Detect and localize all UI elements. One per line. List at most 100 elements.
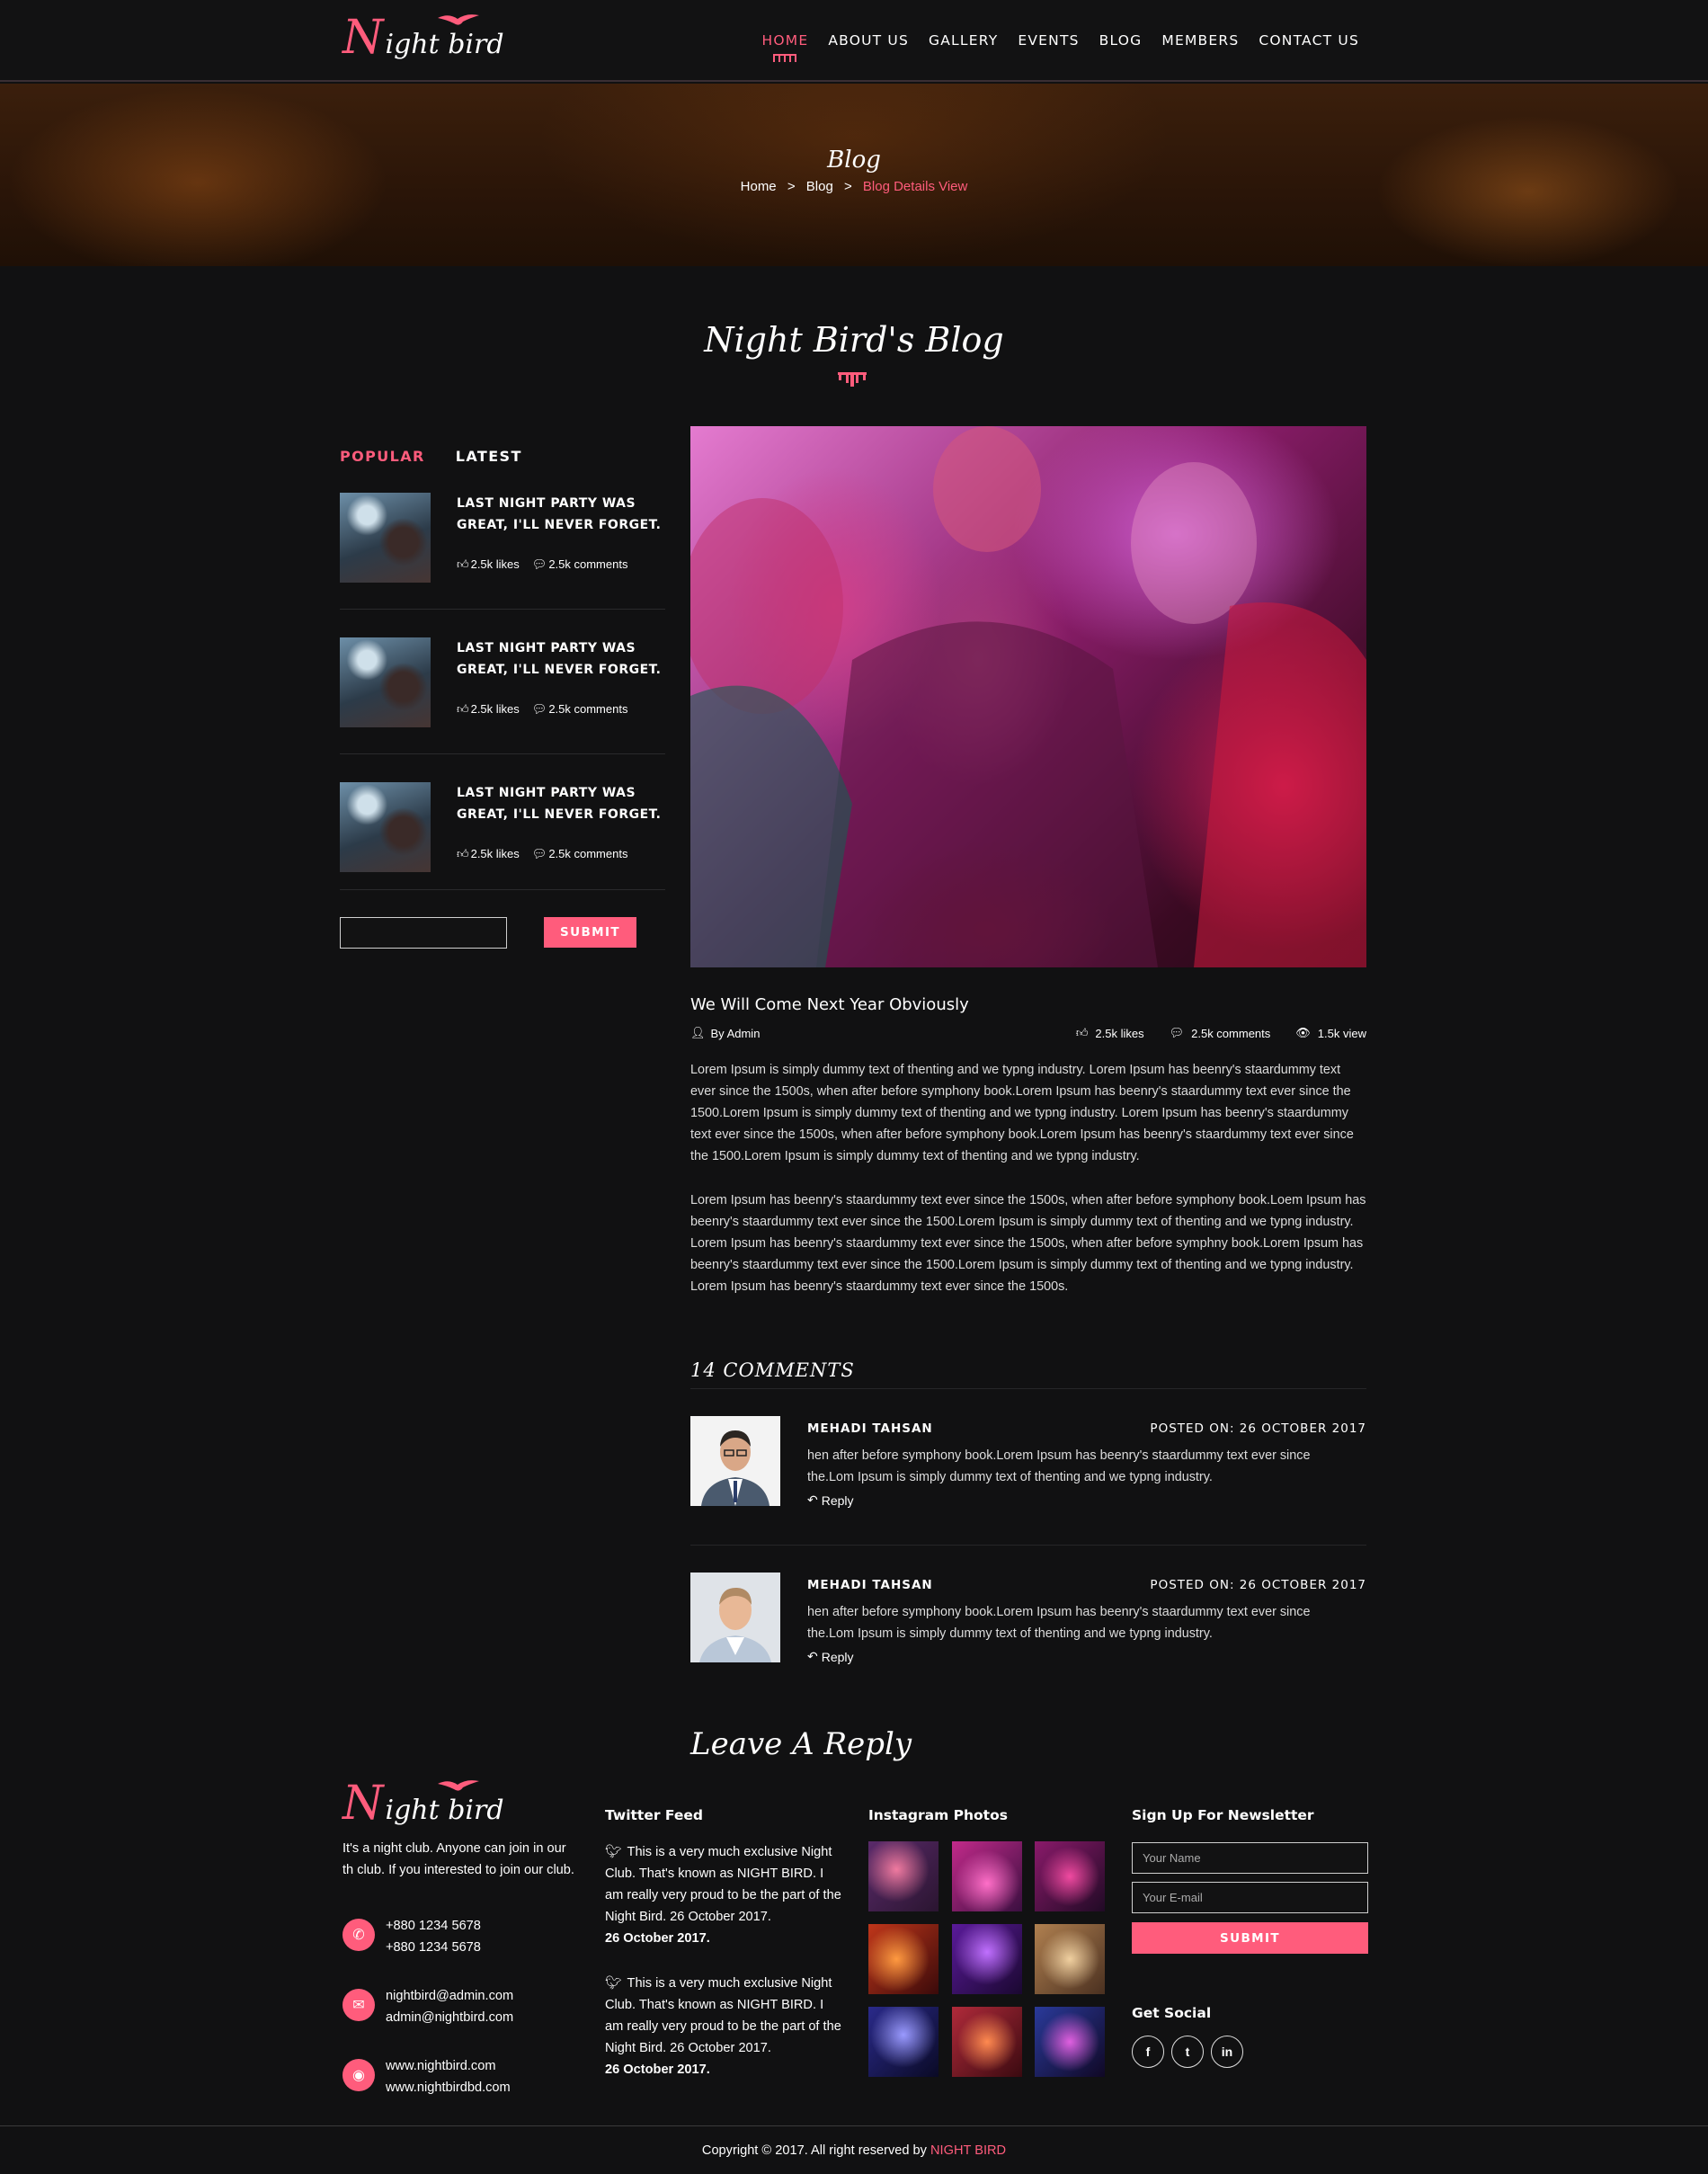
post-title[interactable]: LAST NIGHT PARTY WAS GREAT, I'LL NEVER F… xyxy=(457,782,663,825)
leave-reply-title: Leave A Reply xyxy=(690,1726,912,1762)
post-title[interactable]: LAST NIGHT PARTY WAS GREAT, I'LL NEVER F… xyxy=(457,493,663,536)
comment-icon: 💬︎ xyxy=(1169,1026,1185,1039)
contact-web: ◉ www.nightbird.com www.nightbirdbd.com xyxy=(342,2055,511,2098)
breadcrumb-home[interactable]: Home xyxy=(741,179,777,194)
copyright: Copyright © 2017. All right reserved by … xyxy=(701,2143,1007,2158)
tweet: 🐦︎ This is a very much exclusive Night Cl… xyxy=(605,1845,841,1946)
post-thumbnail[interactable] xyxy=(340,782,431,872)
divider-icon xyxy=(838,372,867,387)
sidebar-tabs: POPULAR LATEST xyxy=(340,448,522,465)
post-author: 👤︎ By Admin xyxy=(690,1026,761,1040)
eye-icon: 👁︎ xyxy=(1295,1026,1311,1039)
comment-icon: 💬︎ xyxy=(531,557,547,571)
reply-icon: ↶ xyxy=(807,1649,818,1663)
reply-icon: ↶ xyxy=(807,1492,818,1507)
divider xyxy=(690,1545,1366,1546)
logo[interactable]: N ight bird xyxy=(342,14,504,61)
instagram-photo[interactable] xyxy=(868,1841,939,1911)
sidebar-submit-button[interactable]: SUBMIT xyxy=(544,917,636,948)
breadcrumb-current: Blog Details View xyxy=(862,179,968,194)
mail-icon: ✉ xyxy=(342,1989,375,2021)
section-title: Night Bird's Blog xyxy=(704,320,1004,360)
comment-icon: 💬︎ xyxy=(531,702,547,716)
instagram-photo[interactable] xyxy=(952,2007,1022,2077)
nav-blog[interactable]: BLOG xyxy=(1099,32,1143,49)
reply-button[interactable]: ↶ Reply xyxy=(807,1492,854,1508)
like-icon: 👍︎ xyxy=(1075,1026,1089,1039)
comment: MEHADI TAHSAN POSTED ON: 26 OCTOBER 2017… xyxy=(690,1573,1366,1666)
twitter-title: Twitter Feed xyxy=(605,1807,703,1823)
site-header: N ight bird HOME ABOUT US GALLERY EVENTS… xyxy=(0,0,1708,82)
post-thumbnail[interactable] xyxy=(340,493,431,583)
post-paragraph: Lorem Ipsum has beenry's staardummy text… xyxy=(690,1193,1366,1294)
nav-home[interactable]: HOME xyxy=(762,32,809,62)
user-icon: 👤︎ xyxy=(690,1026,706,1039)
nav-events[interactable]: EVENTS xyxy=(1018,32,1079,49)
sidebar-post[interactable]: LAST NIGHT PARTY WAS GREAT, I'LL NEVER F… xyxy=(340,637,665,727)
contact-email: ✉ nightbird@admin.com admin@nightbird.com xyxy=(342,1985,513,2028)
post-image xyxy=(690,426,1366,967)
avatar xyxy=(690,1416,780,1506)
nav-about[interactable]: ABOUT US xyxy=(828,32,909,49)
comment-author: MEHADI TAHSAN xyxy=(807,1421,933,1436)
comments-title: 14 COMMENTS xyxy=(690,1359,855,1381)
tab-latest[interactable]: LATEST xyxy=(456,448,522,465)
instagram-photo[interactable] xyxy=(1035,1924,1105,1994)
linkedin-icon[interactable]: in xyxy=(1211,2036,1243,2068)
twitter-icon: 🐦︎ xyxy=(605,1845,622,1859)
post-title[interactable]: LAST NIGHT PARTY WAS GREAT, I'LL NEVER F… xyxy=(457,637,663,681)
breadcrumb: Home > Blog > Blog Details View xyxy=(740,179,968,194)
post-stats: 👍︎ 2.5k likes 💬︎ 2.5k comments 👁︎ 1.5k view xyxy=(1075,1026,1366,1040)
comment-author: MEHADI TAHSAN xyxy=(807,1578,933,1592)
newsletter-name-field[interactable]: Your Name xyxy=(1132,1842,1368,1874)
nav-gallery[interactable]: GALLERY xyxy=(929,32,998,49)
instagram-photo[interactable] xyxy=(1035,2007,1105,2077)
avatar xyxy=(690,1573,780,1662)
tweet: 🐦︎ This is a very much exclusive Night Cl… xyxy=(605,1976,841,2077)
globe-icon: ◉ xyxy=(342,2059,375,2091)
instagram-photo[interactable] xyxy=(1035,1841,1105,1911)
newsletter-title: Sign Up For Newsletter xyxy=(1132,1807,1314,1823)
tab-popular[interactable]: POPULAR xyxy=(340,448,425,465)
comment-date: POSTED ON: 26 OCTOBER 2017 xyxy=(1150,1421,1366,1436)
instagram-photo[interactable] xyxy=(868,2007,939,2077)
reply-button[interactable]: ↶ Reply xyxy=(807,1649,854,1664)
divider xyxy=(340,609,665,610)
facebook-icon[interactable]: f xyxy=(1132,2036,1164,2068)
newsletter-email-field[interactable]: Your E-mail xyxy=(1132,1882,1368,1913)
instagram-photo[interactable] xyxy=(952,1841,1022,1911)
comment: MEHADI TAHSAN POSTED ON: 26 OCTOBER 2017… xyxy=(690,1416,1366,1510)
nav-contact[interactable]: CONTACT US xyxy=(1259,32,1359,49)
footer-about: It's a night club. Anyone can join in ou… xyxy=(342,1841,574,1877)
sidebar-post[interactable]: LAST NIGHT PARTY WAS GREAT, I'LL NEVER F… xyxy=(340,782,665,872)
like-icon: 👍︎ xyxy=(457,557,469,571)
social-title: Get Social xyxy=(1132,2005,1212,2021)
newsletter-submit-button[interactable]: SUBMIT xyxy=(1132,1922,1368,1954)
divider xyxy=(340,753,665,754)
banner-title: Blog xyxy=(827,147,881,174)
instagram-photo[interactable] xyxy=(868,1924,939,1994)
page-banner: Blog Home > Blog > Blog Details View xyxy=(0,84,1708,266)
sidebar-input[interactable] xyxy=(340,917,507,949)
like-icon: 👍︎ xyxy=(457,847,469,860)
comment-text: hen after before symphony book.Lorem Ips… xyxy=(807,1448,1311,1484)
nav-members[interactable]: MEMBERS xyxy=(1161,32,1239,49)
sidebar-post[interactable]: LAST NIGHT PARTY WAS GREAT, I'LL NEVER F… xyxy=(340,493,665,583)
instagram-photo[interactable] xyxy=(952,1924,1022,1994)
twitter-icon: 🐦︎ xyxy=(605,1976,622,1991)
twitter-icon[interactable]: t xyxy=(1171,2036,1204,2068)
comment-date: POSTED ON: 26 OCTOBER 2017 xyxy=(1150,1578,1366,1592)
breadcrumb-blog[interactable]: Blog xyxy=(806,179,833,194)
post-thumbnail[interactable] xyxy=(340,637,431,727)
divider xyxy=(690,1388,1366,1389)
brand-link[interactable]: NIGHT BIRD xyxy=(930,2143,1006,2158)
contact-phone: ✆ +880 1234 5678 +880 1234 5678 xyxy=(342,1915,481,1958)
phone-icon: ✆ xyxy=(342,1919,375,1951)
like-icon: 👍︎ xyxy=(457,702,469,716)
bird-logo-icon xyxy=(438,1780,479,1791)
main-nav: HOME ABOUT US GALLERY EVENTS BLOG MEMBER… xyxy=(743,32,1360,62)
post-title: We Will Come Next Year Obviously xyxy=(690,995,969,1014)
divider xyxy=(0,2125,1708,2126)
instagram-title: Instagram Photos xyxy=(868,1807,1008,1823)
footer-logo[interactable]: N ight bird xyxy=(342,1780,504,1827)
